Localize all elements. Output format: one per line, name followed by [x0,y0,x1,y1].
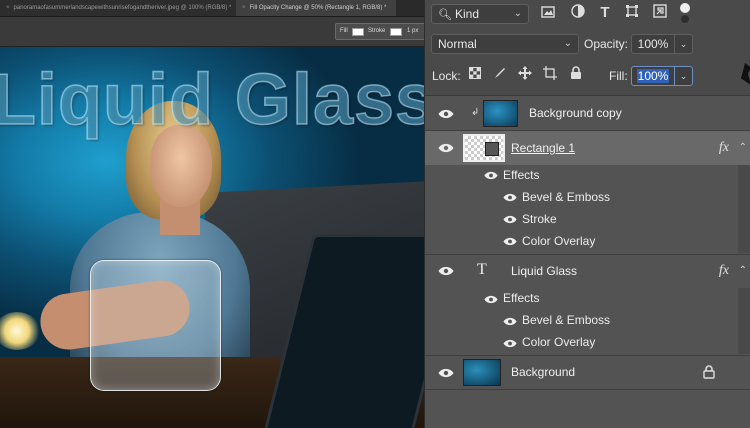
fx-icon[interactable]: fx [719,263,729,279]
effect-color-overlay[interactable]: Color Overlay [522,234,595,248]
lamp-glow [0,312,40,350]
eye-visibility-icon[interactable] [438,266,454,276]
filter-kind-dropdown[interactable]: 🔍︎ Kind ⌄ [431,4,529,24]
search-icon: 🔍︎ [438,9,452,21]
eye-visibility-icon[interactable] [503,215,517,224]
layer-thumbnail [483,100,518,127]
collapse-effects-icon[interactable]: ⌃ [739,142,747,153]
fill-value-selected: 100% [636,69,670,83]
glass-rectangle[interactable] [90,260,221,391]
stroke-size[interactable]: 1 px [407,28,418,34]
options-bar: Fill Stroke 1 px [0,17,424,47]
fill-field[interactable]: 100% [631,66,675,86]
effect-bevel-emboss[interactable]: Bevel & Emboss [522,190,610,204]
eye-visibility-icon[interactable] [438,368,454,378]
clipping-arrow-icon: ↲ [471,107,480,118]
lock-artboard-icon[interactable] [541,66,559,84]
opacity-field[interactable]: 100% [631,34,675,54]
adjustment-filter-icon[interactable] [569,4,587,22]
close-tab-icon[interactable]: × [242,5,246,11]
eye-visibility-icon[interactable] [503,317,517,326]
blend-mode-dropdown[interactable]: Normal ⌄ [431,34,579,54]
tab-title: Fill Opacity Change @ 50% (Rectangle 1, … [249,5,387,11]
type-layer-icon: T [477,261,487,278]
layers-panel-header: 🔍︎ Kind ⌄ T Normal ⌄ Opacity: 100% ⌄ Loc… [425,0,750,96]
close-tab-icon[interactable]: × [6,5,10,11]
toggle-track [681,15,689,23]
chevron-down-icon: ⌄ [513,8,522,19]
effect-stroke[interactable]: Stroke [522,212,557,226]
fill-label: Fill: [609,69,628,83]
lock-all-icon[interactable] [567,66,585,84]
eye-visibility-icon[interactable] [438,143,454,153]
layer-row-background-copy[interactable]: ↲ Background copy [425,97,750,130]
filter-toggle-switch[interactable] [680,3,690,23]
lock-image-pixels-icon[interactable] [491,66,509,84]
toggle-knob [680,3,690,13]
fill-stroke-options: Fill Stroke 1 px [335,23,424,40]
eye-visibility-icon[interactable] [503,237,517,246]
eye-visibility-icon[interactable] [484,171,498,180]
blend-mode-value: Normal [438,37,477,51]
vector-mask-icon [485,142,499,156]
lock-position-icon[interactable] [516,66,534,84]
document-area: × panoramaofasummerlandscapewithsunrisefo… [0,0,424,428]
mouse-cursor-icon [741,63,750,85]
effects-label[interactable]: Effects [503,291,539,305]
photoshop-window: × panoramaofasummerlandscapewithsunrisefo… [0,0,750,428]
layer-name[interactable]: Liquid Glass [511,264,577,278]
eye-visibility-icon[interactable] [503,193,517,202]
layer-row-liquid-glass[interactable]: T Liquid Glass fx ⌃ [425,255,750,288]
document-tab-fill-opacity[interactable]: × Fill Opacity Change @ 50% (Rectangle 1,… [236,0,396,16]
canvas-photo[interactable]: Liquid Glass [0,47,424,428]
layer-thumbnail [463,359,501,386]
stroke-label: Stroke [368,28,386,34]
lock-transparent-pixels-icon[interactable] [466,66,484,84]
effects-gutter [738,288,750,354]
tab-title: panoramaofasummerlandscapewithsunrisefog… [13,5,232,11]
collapse-effects-icon[interactable]: ⌃ [739,265,747,276]
lock-label: Lock: [432,69,461,83]
effects-gutter [738,165,750,253]
layer-row-rectangle-1[interactable]: Rectangle 1 fx ⌃ [425,131,750,165]
lock-icon [703,365,715,384]
stroke-swatch[interactable] [390,28,402,36]
effects-label[interactable]: Effects [503,168,539,182]
type-filter-icon[interactable]: T [596,4,614,22]
effect-color-overlay[interactable]: Color Overlay [522,335,595,349]
fill-label: Fill [340,28,348,34]
image-filter-icon[interactable] [539,4,557,22]
chevron-down-icon: ⌄ [563,38,572,49]
document-tab-landscape[interactable]: × panoramaofasummerlandscapewithsunrisefo… [0,0,236,16]
fx-icon[interactable]: fx [719,140,729,156]
opacity-slider-button[interactable]: ⌄ [675,34,693,54]
shape-filter-icon[interactable] [623,4,641,22]
layer-name[interactable]: Background [511,365,575,379]
eye-visibility-icon[interactable] [438,109,454,119]
layers-panel: 🔍︎ Kind ⌄ T Normal ⌄ Opacity: 100% ⌄ Loc… [424,0,750,428]
layer-thumbnail [463,134,505,162]
opacity-label: Opacity: [584,37,629,51]
fill-swatch[interactable] [352,28,364,36]
eye-visibility-icon[interactable] [484,295,498,304]
layer-name[interactable]: Rectangle 1 [511,141,575,155]
effect-bevel-emboss[interactable]: Bevel & Emboss [522,313,610,327]
layer-name[interactable]: Background copy [529,106,622,120]
document-tab-bar: × panoramaofasummerlandscapewithsunrisefo… [0,0,424,17]
smart-object-filter-icon[interactable] [651,4,669,22]
layer-row-background[interactable]: Background [425,356,750,389]
filter-kind-label: Kind [454,7,479,21]
eye-visibility-icon[interactable] [503,339,517,348]
fill-slider-button[interactable]: ⌄ [675,66,693,86]
divider [425,389,750,390]
liquid-glass-text: Liquid Glass [0,59,424,141]
